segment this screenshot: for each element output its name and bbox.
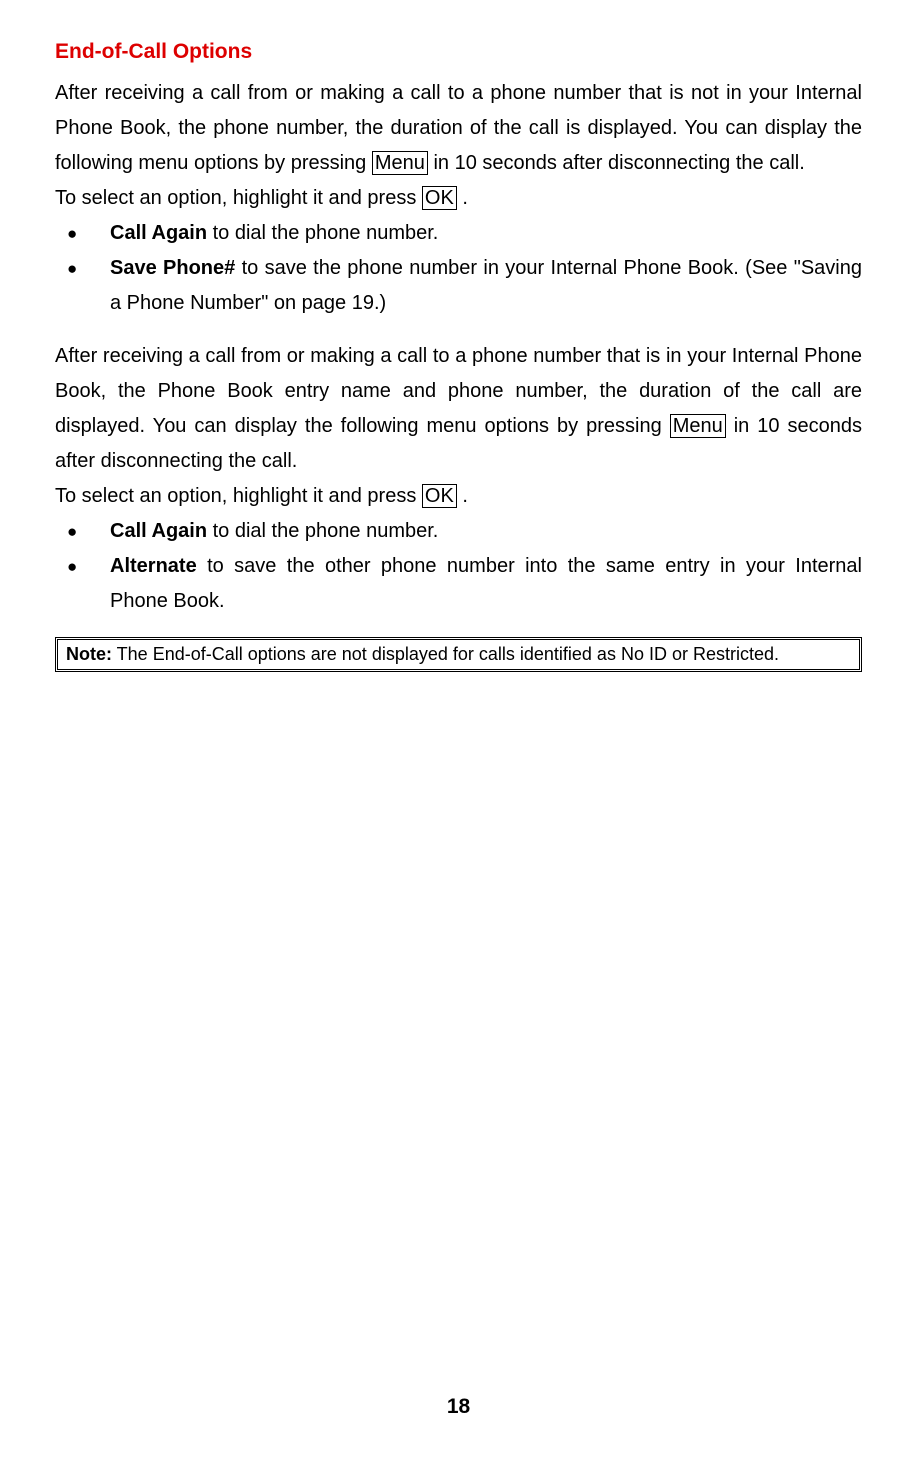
paragraph-1: After receiving a call from or making a … bbox=[55, 76, 862, 181]
option-name: Call Again bbox=[110, 222, 207, 244]
select-text-a: To select an option, highlight it and pr… bbox=[55, 187, 422, 209]
select-text-b: . bbox=[457, 485, 468, 507]
option-desc: to dial the phone number. bbox=[207, 222, 438, 244]
list-item: Call Again to dial the phone number. bbox=[55, 514, 862, 549]
ok-key: OK bbox=[422, 484, 457, 508]
note-text: The End-of-Call options are not displaye… bbox=[112, 644, 779, 664]
list-item: Save Phone# to save the phone number in … bbox=[55, 251, 862, 321]
select-instruction-2: To select an option, highlight it and pr… bbox=[55, 479, 862, 514]
select-text-a: To select an option, highlight it and pr… bbox=[55, 485, 422, 507]
page-number: 18 bbox=[0, 1395, 917, 1419]
option-desc: to dial the phone number. bbox=[207, 520, 438, 542]
note-label: Note: bbox=[66, 644, 112, 664]
ok-key: OK bbox=[422, 186, 457, 210]
para1-text-b: in 10 seconds after disconnecting the ca… bbox=[428, 152, 805, 174]
select-instruction-1: To select an option, highlight it and pr… bbox=[55, 181, 862, 216]
option-desc: to save the other phone number into the … bbox=[110, 555, 862, 612]
note-box: Note: The End-of-Call options are not di… bbox=[55, 637, 862, 672]
section-title: End-of-Call Options bbox=[55, 40, 862, 64]
option-name: Call Again bbox=[110, 520, 207, 542]
option-name: Save Phone# bbox=[110, 257, 235, 279]
list-item: Call Again to dial the phone number. bbox=[55, 216, 862, 251]
list-item: Alternate to save the other phone number… bbox=[55, 549, 862, 619]
select-text-b: . bbox=[457, 187, 468, 209]
menu-key: Menu bbox=[670, 414, 726, 438]
option-list-2: Call Again to dial the phone number. Alt… bbox=[55, 514, 862, 619]
option-name: Alternate bbox=[110, 555, 197, 577]
paragraph-2: After receiving a call from or making a … bbox=[55, 339, 862, 479]
menu-key: Menu bbox=[372, 151, 428, 175]
option-list-1: Call Again to dial the phone number. Sav… bbox=[55, 216, 862, 321]
